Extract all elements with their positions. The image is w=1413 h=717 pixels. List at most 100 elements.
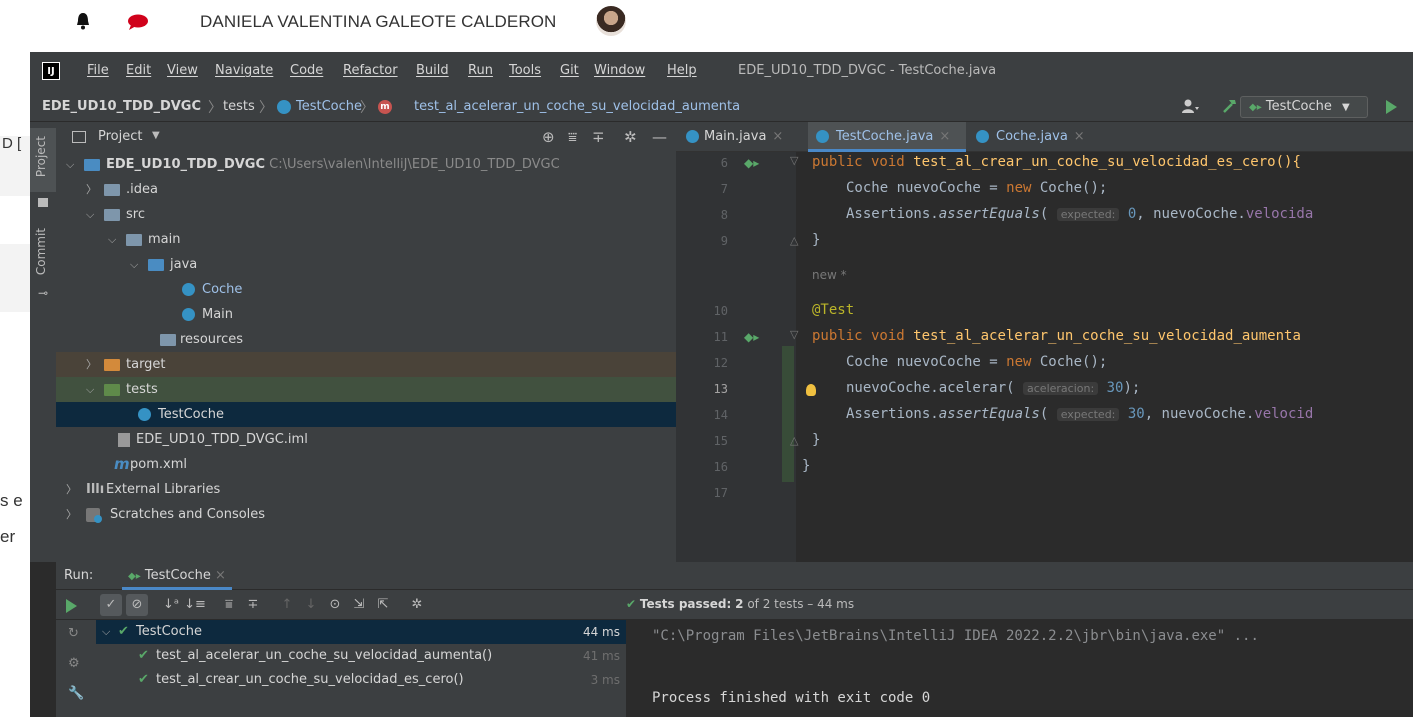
close-icon[interactable]: × — [772, 129, 783, 144]
collapse-all-icon[interactable]: ∓ — [592, 128, 605, 146]
breadcrumb-class[interactable]: TestCoche — [296, 99, 362, 114]
locate-crosshair-icon[interactable]: ⊕ — [542, 128, 555, 146]
test-tree-row[interactable]: ✔ test_al_acelerar_un_coche_su_velocidad… — [96, 644, 626, 668]
rerun-play-icon[interactable] — [66, 599, 77, 613]
tree-row-resources[interactable]: resources — [56, 327, 676, 352]
bell-icon[interactable] — [76, 12, 90, 30]
menu-code[interactable]: Code — [290, 63, 323, 78]
chevron-right-icon[interactable]: 〉 — [86, 352, 97, 377]
chevron-down-icon[interactable]: ⌵ — [102, 620, 110, 644]
menu-file[interactable]: File — [87, 63, 109, 78]
menu-run[interactable]: Run — [468, 63, 493, 78]
run-play-icon[interactable] — [1386, 100, 1397, 114]
tab-testcoche-java[interactable]: TestCoche.java × — [808, 122, 966, 152]
gear-icon[interactable]: ✲ — [624, 128, 637, 146]
tree-row-testcoche[interactable]: TestCoche — [56, 402, 676, 427]
tree-row-iml[interactable]: EDE_UD10_TDD_DVGC.iml — [56, 427, 676, 452]
tree-row-coche[interactable]: Coche — [56, 277, 676, 302]
menu-build[interactable]: Build — [416, 63, 449, 78]
hide-panel-icon[interactable]: — — [652, 128, 667, 146]
debug-icon[interactable]: ⚙ — [68, 656, 80, 671]
menu-edit[interactable]: Edit — [126, 63, 151, 78]
user-icon[interactable] — [1182, 98, 1200, 114]
import-tests-icon[interactable]: ⇲ — [348, 594, 370, 616]
code-line-7[interactable]: Coche nuevoCoche = new Coche(); — [846, 180, 1107, 196]
chevron-right-icon[interactable]: 〉 — [66, 502, 77, 527]
expand-all-icon[interactable]: ⩸ — [218, 594, 240, 616]
collapse-all-icon[interactable]: ∓ — [242, 594, 264, 616]
chevron-down-icon[interactable]: ⌵ — [86, 202, 94, 227]
run-test-icon[interactable]: ◆▸ — [744, 330, 759, 344]
breadcrumb-folder[interactable]: tests — [223, 99, 255, 114]
run-configuration-select[interactable]: ◆▸ TestCoche ▼ — [1240, 96, 1368, 118]
code-line-15[interactable]: } — [812, 432, 820, 448]
test-tree-row-suite[interactable]: ⌵ ✔ TestCoche 44 ms — [96, 620, 626, 644]
code-line-16[interactable]: } — [802, 458, 810, 474]
show-passed-toggle[interactable]: ✓ — [100, 594, 122, 616]
build-hammer-icon[interactable] — [1222, 98, 1238, 114]
chevron-down-icon[interactable]: ▼ — [152, 130, 160, 141]
menu-view[interactable]: View — [167, 63, 198, 78]
next-failed-icon[interactable]: ↓ — [300, 594, 322, 616]
tree-row-tests[interactable]: ⌵ tests — [56, 377, 676, 402]
chevron-down-icon[interactable]: ⌵ — [86, 377, 94, 402]
code-line-12[interactable]: Coche nuevoCoche = new Coche(); — [846, 354, 1107, 370]
avatar[interactable] — [596, 6, 626, 36]
chevron-down-icon[interactable]: ⌵ — [108, 227, 116, 252]
export-tests-icon[interactable]: ⇱ — [372, 594, 394, 616]
tree-row-idea[interactable]: 〉 .idea — [56, 177, 676, 202]
stripe-tab-commit[interactable]: Commit — [34, 228, 48, 275]
chevron-right-icon[interactable]: 〉 — [66, 477, 77, 502]
stripe-tab-project[interactable]: Project — [34, 136, 48, 177]
chevron-down-icon[interactable]: ⌵ — [130, 252, 138, 277]
code-line-14[interactable]: Assertions.assertEquals( expected: 30, n… — [846, 406, 1313, 422]
close-icon[interactable]: × — [1074, 129, 1085, 144]
fold-marker-icon[interactable]: ▽ — [790, 328, 798, 341]
code-line-9[interactable]: } — [812, 232, 820, 248]
run-tab[interactable]: ◆▸ TestCoche × — [122, 562, 232, 590]
breadcrumb-method[interactable]: test_al_acelerar_un_coche_su_velocidad_a… — [414, 99, 740, 114]
chat-bubble-icon[interactable] — [127, 14, 149, 30]
code-line-11[interactable]: public void test_al_acelerar_un_coche_su… — [812, 328, 1301, 344]
close-icon[interactable]: × — [939, 129, 950, 144]
menu-window[interactable]: Window — [594, 63, 645, 78]
tree-row-scratches[interactable]: 〉 Scratches and Consoles — [56, 502, 676, 527]
tab-coche-java[interactable]: Coche.java × — [974, 122, 1102, 152]
fold-marker-icon[interactable]: △ — [790, 434, 798, 447]
show-ignored-toggle[interactable]: ⊘ — [126, 594, 148, 616]
settings-gear-icon[interactable]: ✲ — [406, 594, 428, 616]
run-console[interactable]: "C:\Program Files\JetBrains\IntelliJ IDE… — [626, 620, 1413, 717]
menu-git[interactable]: Git — [560, 63, 579, 78]
history-icon[interactable]: ⊙ — [324, 594, 346, 616]
menu-tools[interactable]: Tools — [509, 63, 541, 78]
close-icon[interactable]: × — [215, 568, 226, 583]
previous-failed-icon[interactable]: ↑ — [276, 594, 298, 616]
code-line-6[interactable]: public void test_al_crear_un_coche_su_ve… — [812, 154, 1301, 170]
menu-navigate[interactable]: Navigate — [215, 63, 273, 78]
wrench-icon[interactable]: 🔧 — [68, 686, 84, 701]
run-test-icon[interactable]: ◆▸ — [744, 156, 759, 170]
tree-row-main-class[interactable]: Main — [56, 302, 676, 327]
expand-all-icon[interactable]: ⩸ — [568, 128, 577, 146]
menu-refactor[interactable]: Refactor — [343, 63, 398, 78]
tree-row-pom[interactable]: m pom.xml — [56, 452, 676, 477]
breadcrumb-project[interactable]: EDE_UD10_TDD_DVGC — [42, 99, 201, 114]
test-tree-row[interactable]: ✔ test_al_crear_un_coche_su_velocidad_es… — [96, 668, 626, 692]
tree-row-java[interactable]: ⌵ java — [56, 252, 676, 277]
sort-alpha-icon[interactable]: ↓ᵃ — [160, 594, 182, 616]
tree-row-main[interactable]: ⌵ main — [56, 227, 676, 252]
tree-row-external-libraries[interactable]: 〉 Illı External Libraries — [56, 477, 676, 502]
tree-row-src[interactable]: ⌵ src — [56, 202, 676, 227]
user-name[interactable]: DANIELA VALENTINA GALEOTE CALDERON — [200, 12, 556, 32]
tab-main-java[interactable]: Main.java × — [686, 122, 808, 152]
sort-duration-icon[interactable]: ↓≡ — [184, 594, 206, 616]
menu-help[interactable]: Help — [667, 63, 697, 78]
code-line-8[interactable]: Assertions.assertEquals( expected: 0, nu… — [846, 206, 1313, 222]
chevron-down-icon[interactable]: ⌵ — [66, 152, 74, 177]
rerun-failed-icon[interactable]: ↻ — [68, 626, 79, 641]
tree-row-target[interactable]: 〉 target — [56, 352, 676, 377]
lightbulb-icon[interactable] — [806, 384, 816, 396]
tree-row-root[interactable]: ⌵ EDE_UD10_TDD_DVGC C:\Users\valen\Intel… — [56, 152, 676, 177]
chevron-right-icon[interactable]: 〉 — [86, 177, 97, 202]
fold-marker-icon[interactable]: ▽ — [790, 154, 798, 167]
